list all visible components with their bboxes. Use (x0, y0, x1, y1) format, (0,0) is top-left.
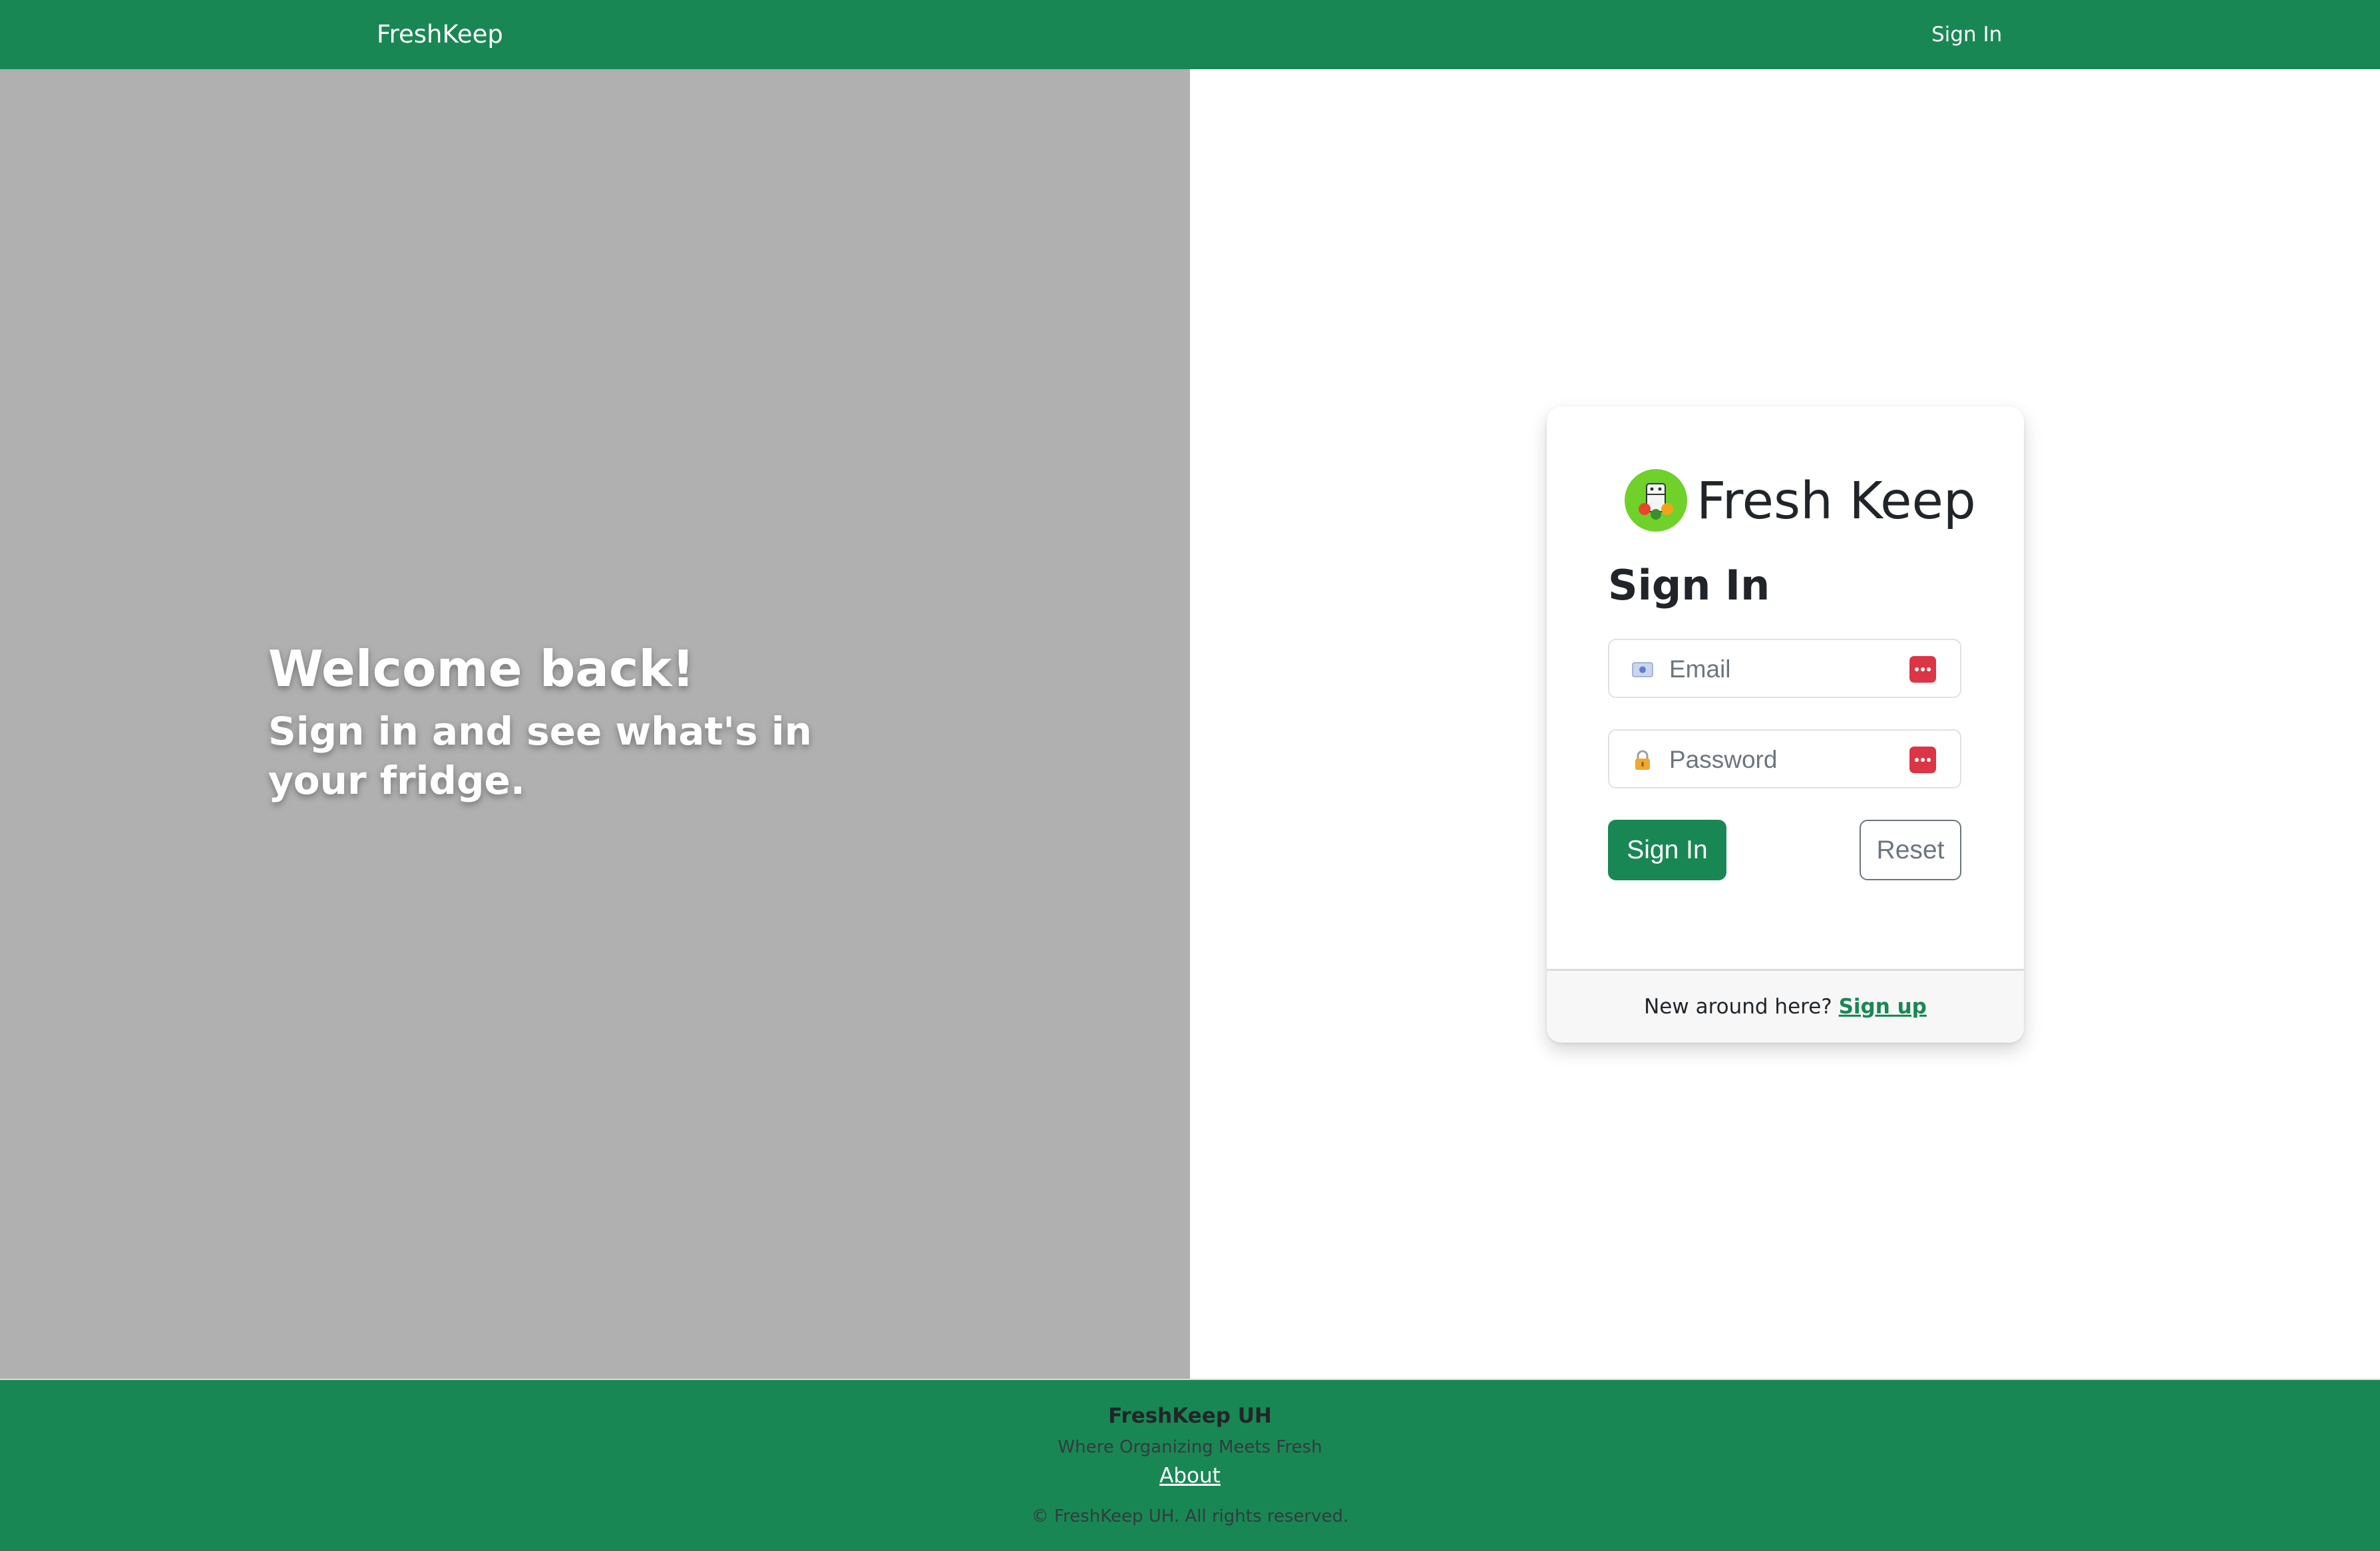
footer-tagline: Where Organizing Meets Fresh (1058, 1437, 1322, 1457)
footer-brand: FreshKeep UH (1108, 1404, 1272, 1428)
about-link[interactable]: About (1159, 1464, 1221, 1488)
password-manager-icon[interactable] (1909, 656, 1936, 683)
nav-sign-in-link[interactable]: Sign In (1931, 23, 2002, 47)
app-name: Fresh Keep (1696, 472, 1976, 531)
hero-subtitle: Sign in and see what's in your fridge. (268, 709, 812, 803)
password-manager-icon[interactable] (1909, 747, 1936, 773)
sign-in-card: Fresh Keep Sign In Sign In Reset New aro… (1547, 407, 2024, 1043)
reset-button[interactable]: Reset (1860, 820, 1961, 880)
fridge-logo-icon (1625, 469, 1687, 532)
card-title: Sign In (1608, 561, 1770, 609)
password-field[interactable] (1608, 729, 1961, 788)
footer-copyright: © FreshKeep UH. All rights reserved. (1031, 1506, 1349, 1526)
hero-panel: Welcome back! Sign in and see what's in … (0, 69, 1190, 1380)
top-navbar: FreshKeep Sign In (0, 0, 2380, 69)
sign-in-button[interactable]: Sign In (1608, 820, 1726, 880)
signup-prompt: New around here? (1644, 995, 1832, 1019)
envelope-icon (1632, 662, 1653, 677)
hero-title: Welcome back! (268, 639, 695, 698)
card-footer: New around here? Sign up (1547, 969, 2024, 1043)
sign-up-link[interactable]: Sign up (1839, 995, 1927, 1019)
email-input[interactable] (1668, 648, 1897, 691)
password-input[interactable] (1668, 739, 1897, 781)
brand-link[interactable]: FreshKeep (377, 20, 503, 49)
email-field[interactable] (1608, 639, 1961, 698)
page-footer: FreshKeep UH Where Organizing Meets Fres… (0, 1380, 2380, 1551)
lock-icon (1635, 750, 1650, 770)
